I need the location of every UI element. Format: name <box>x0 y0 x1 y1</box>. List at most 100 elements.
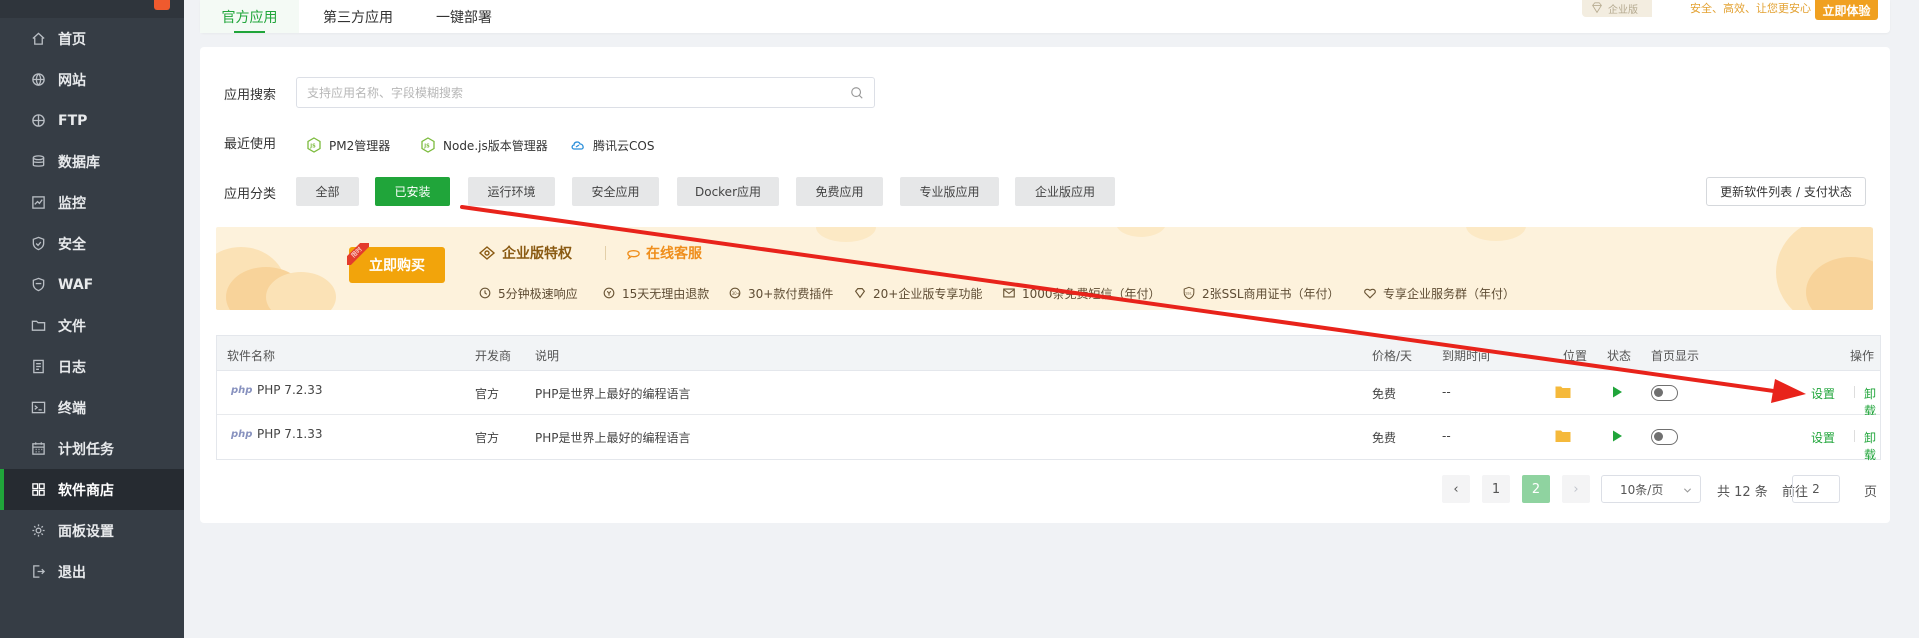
sidebar-item-files[interactable]: 文件 <box>0 305 184 346</box>
enterprise-privilege-label: 企业版特权 <box>502 246 572 262</box>
next-page-button[interactable]: › <box>1562 475 1590 503</box>
perk-label: 15天无理由退款 <box>622 286 710 301</box>
banner-decoration <box>1116 227 1166 237</box>
settings-link[interactable]: 设置 <box>1811 429 1835 446</box>
prev-page-button[interactable]: ‹ <box>1442 475 1470 503</box>
sidebar-item-cron[interactable]: 计划任务 <box>0 428 184 469</box>
chat-icon <box>627 249 640 260</box>
software-name: PHP 7.1.33 <box>257 427 323 441</box>
homepage-toggle[interactable] <box>1651 385 1678 401</box>
enterprise-chip[interactable]: 企业版 <box>1582 0 1652 17</box>
category-label: 应用分类 <box>224 187 277 202</box>
grid-icon <box>30 482 46 498</box>
homepage-toggle[interactable] <box>1651 429 1678 445</box>
tab-one-click-deploy[interactable]: 一键部署 <box>436 0 492 33</box>
search-icon[interactable] <box>850 86 864 100</box>
perk-label: 专享企业服务群（年付） <box>1383 286 1516 301</box>
banner-decoration <box>816 227 876 242</box>
recent-item-nodejs[interactable]: JS Node.js版本管理器 <box>420 135 548 155</box>
category-security[interactable]: 安全应用 <box>572 177 659 206</box>
perk-item: 5分钟极速响应 <box>478 285 578 301</box>
page-button-current[interactable]: 2 <box>1522 475 1550 503</box>
sidebar-item-logout[interactable]: 退出 <box>0 551 184 592</box>
divider <box>1854 386 1855 398</box>
play-icon[interactable] <box>1610 385 1624 399</box>
tab-official-apps[interactable]: 官方应用 <box>200 0 299 33</box>
limited-tag: 限时 <box>347 243 369 265</box>
waf-shield-icon <box>30 277 46 293</box>
sidebar-item-panel-settings[interactable]: 面板设置 <box>0 510 184 551</box>
category-docker[interactable]: Docker应用 <box>677 177 779 206</box>
category-free[interactable]: 免费应用 <box>796 177 883 206</box>
category-all[interactable]: 全部 <box>296 177 359 206</box>
settings-link[interactable]: 设置 <box>1811 385 1835 402</box>
page-size-select[interactable]: 10条/页 <box>1601 475 1701 503</box>
shield-icon <box>30 236 46 252</box>
software-desc: PHP是世界上最好的编程语言 <box>535 387 691 401</box>
search-input[interactable] <box>297 78 817 107</box>
sidebar-item-database[interactable]: 数据库 <box>0 141 184 182</box>
svg-text:JS: JS <box>309 144 316 150</box>
enterprise-banner: 立即购买 限时 企业版特权 在线客服 5分钟极速响应 15天无理由退款 30+ … <box>216 227 1873 310</box>
home-icon <box>30 31 46 47</box>
cloud-icon <box>571 141 584 150</box>
terminal-icon <box>30 400 46 416</box>
sidebar-item-label: 计划任务 <box>58 441 114 458</box>
sidebar-item-website[interactable]: 网站 <box>0 59 184 100</box>
sidebar-item-waf[interactable]: WAF <box>0 264 184 305</box>
php-logo-icon: php <box>231 429 253 440</box>
sidebar-item-label: 面板设置 <box>58 523 114 540</box>
perk-label: 20+企业版专享功能 <box>873 286 983 301</box>
page-button[interactable]: 1 <box>1482 475 1510 503</box>
folder-icon[interactable] <box>1555 429 1571 443</box>
sidebar-item-monitor[interactable]: 监控 <box>0 182 184 223</box>
sidebar-item-security[interactable]: 安全 <box>0 223 184 264</box>
globe-icon <box>30 72 46 88</box>
tab-third-party-apps[interactable]: 第三方应用 <box>323 0 393 33</box>
table-header: 软件名称 开发商 说明 价格/天 到期时间 位置 状态 首页显示 操作 <box>217 336 1880 371</box>
diamond-icon <box>854 288 866 299</box>
uninstall-link[interactable]: 卸载 <box>1864 385 1880 419</box>
recent-item-tencent-cos[interactable]: 腾讯云COS <box>570 135 654 155</box>
category-installed[interactable]: 已安装 <box>375 177 450 206</box>
col-header-homepage: 首页显示 <box>1651 349 1700 363</box>
sidebar-item-home[interactable]: 首页 <box>0 18 184 59</box>
online-service-link[interactable]: 在线客服 <box>626 243 702 263</box>
gear-icon <box>30 523 46 539</box>
sidebar-item-label: 终端 <box>58 400 86 417</box>
software-name: PHP 7.2.33 <box>257 383 323 397</box>
col-header-price: 价格/天 <box>1372 349 1413 363</box>
sidebar-item-terminal[interactable]: 终端 <box>0 387 184 428</box>
software-price: 免费 <box>1372 431 1397 445</box>
goto-page-input[interactable]: 2 <box>1792 475 1840 503</box>
update-software-list-button[interactable]: 更新软件列表 / 支付状态 <box>1706 177 1866 206</box>
enterprise-chip-label: 企业版 <box>1608 5 1638 16</box>
recent-item-label: PM2管理器 <box>329 138 391 153</box>
refund-icon <box>603 287 615 299</box>
play-icon[interactable] <box>1610 429 1624 443</box>
uninstall-link[interactable]: 卸载 <box>1864 429 1880 463</box>
software-expire: -- <box>1442 429 1451 443</box>
recent-item-label: Node.js版本管理器 <box>443 138 548 153</box>
category-enterprise[interactable]: 企业版应用 <box>1015 177 1115 206</box>
category-pro[interactable]: 专业版应用 <box>900 177 999 206</box>
banner-decoration <box>1466 227 1526 241</box>
sidebar-item-software-store[interactable]: 软件商店 <box>0 469 184 510</box>
goto-suffix: 页 <box>1864 485 1878 500</box>
sidebar-item-logs[interactable]: 日志 <box>0 346 184 387</box>
perk-label: 5分钟极速响应 <box>498 286 578 301</box>
notification-badge[interactable] <box>154 0 170 10</box>
enterprise-privilege-title: 企业版特权 <box>478 243 572 263</box>
sidebar: 首页 网站 FTP 数据库 监控 安全 WAF 文件 日志 终端 计划任务 软件… <box>0 0 184 638</box>
sidebar-item-ftp[interactable]: FTP <box>0 100 184 141</box>
category-runtime[interactable]: 运行环境 <box>468 177 555 206</box>
software-store-panel: 应用搜索 最近使用 JS PM2管理器 JS Node.js版本管理器 腾讯云C… <box>200 47 1890 523</box>
sidebar-item-label: 首页 <box>58 31 86 48</box>
software-table: 软件名称 开发商 说明 价格/天 到期时间 位置 状态 首页显示 操作 php … <box>216 335 1881 463</box>
perk-label: 30+款付费插件 <box>748 286 834 301</box>
folder-icon[interactable] <box>1555 385 1571 399</box>
sidebar-item-label: FTP <box>58 112 88 129</box>
recent-item-pm2[interactable]: JS PM2管理器 <box>306 135 390 155</box>
try-now-button[interactable]: 立即体验 <box>1815 0 1878 20</box>
sidebar-item-label: 退出 <box>58 564 86 581</box>
